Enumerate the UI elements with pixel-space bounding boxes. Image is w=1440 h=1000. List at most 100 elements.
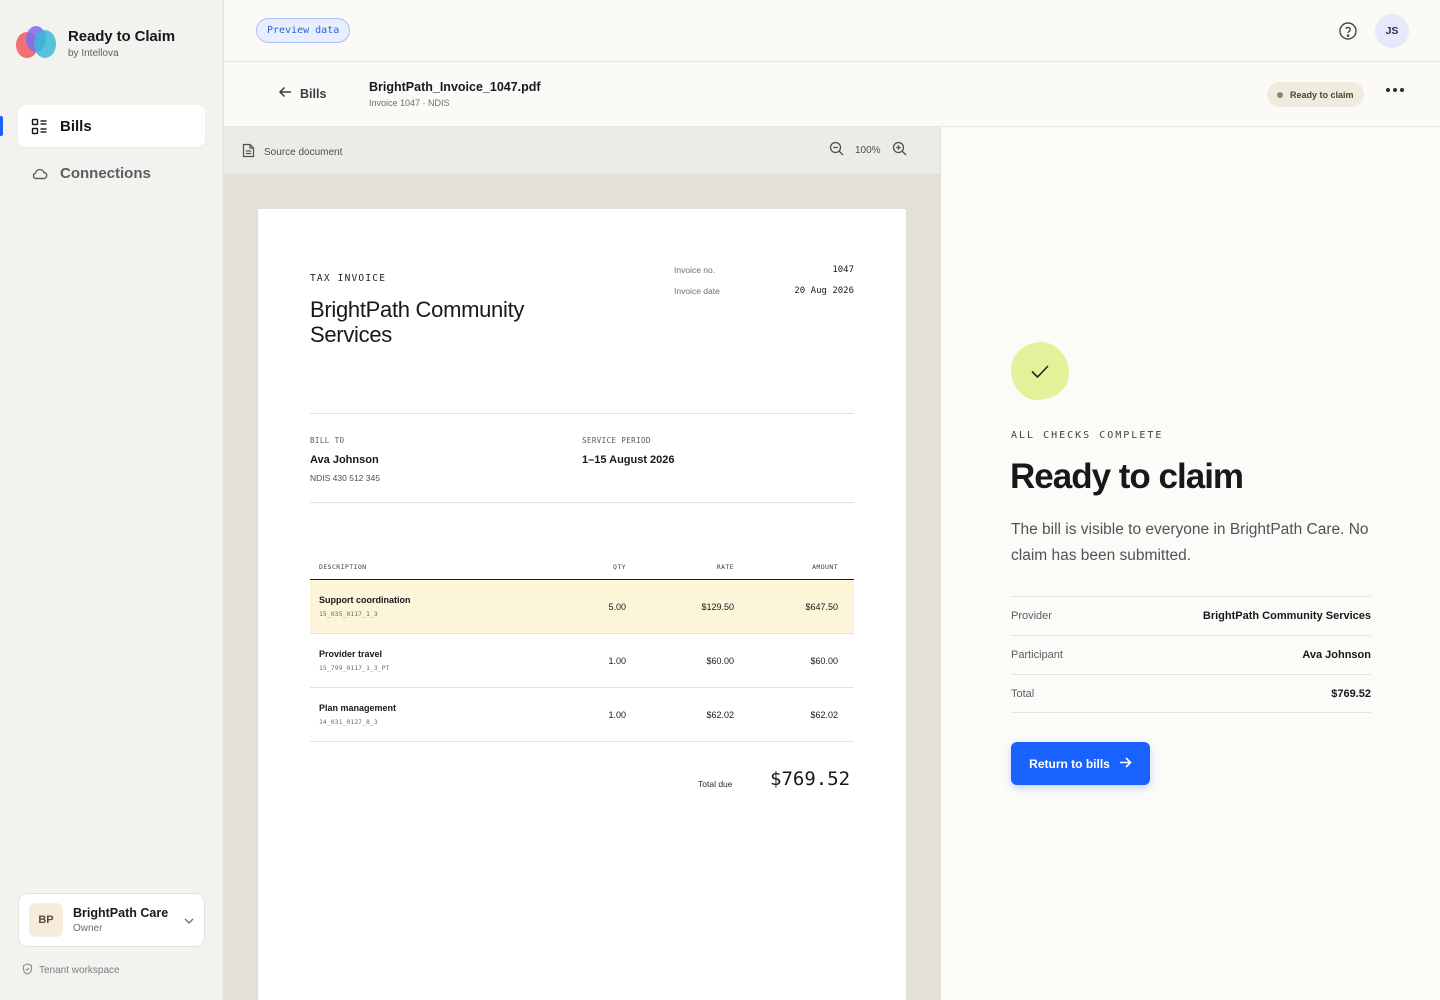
item-rate: $60.00 bbox=[706, 655, 734, 666]
detail-row-participant: Participant Ava Johnson bbox=[1011, 635, 1371, 674]
file-meta: Invoice 1047 · NDIS bbox=[369, 98, 450, 108]
claim-details: Provider BrightPath Community Services P… bbox=[1011, 596, 1371, 713]
brand-logo-icon bbox=[16, 24, 58, 62]
status-kicker: ALL CHECKS COMPLETE bbox=[1011, 430, 1164, 441]
column-header: QTY bbox=[613, 563, 626, 571]
item-rate: $129.50 bbox=[701, 601, 734, 612]
sidebar-item-bills[interactable]: Bills bbox=[0, 105, 205, 147]
detail-row-total: Total $769.52 bbox=[1011, 674, 1371, 713]
service-period-label: SERVICE PERIOD bbox=[582, 436, 651, 445]
invoice-page: TAX INVOICE BrightPath Community Service… bbox=[258, 209, 906, 1000]
help-icon[interactable] bbox=[1338, 21, 1358, 41]
tenant-note: Tenant workspace bbox=[22, 963, 120, 978]
status-badge: Ready to claim bbox=[1267, 82, 1364, 107]
zoom-level: 100% bbox=[855, 144, 881, 156]
org-role: Owner bbox=[73, 923, 103, 934]
back-to-bills-link[interactable]: Bills bbox=[278, 86, 326, 101]
table-row[interactable]: Provider travel 15_799_0117_1_3_PT 1.00 … bbox=[310, 634, 854, 688]
item-name: Provider travel bbox=[319, 649, 383, 659]
list-icon bbox=[30, 117, 48, 135]
sidebar-item-label: Bills bbox=[60, 117, 92, 135]
status-dot bbox=[1277, 91, 1283, 98]
status-label: Ready to claim bbox=[1290, 89, 1354, 100]
item-code: 15_799_0117_1_3_PT bbox=[319, 664, 390, 672]
org-switcher[interactable]: BP BrightPath Care Owner bbox=[18, 893, 205, 947]
user-avatar[interactable]: JS bbox=[1375, 14, 1409, 48]
zoom-controls: 100% bbox=[829, 141, 907, 159]
arrow-left-icon bbox=[278, 86, 292, 101]
org-name: BrightPath Care bbox=[73, 906, 169, 920]
item-amount: $647.50 bbox=[805, 601, 838, 612]
item-name: Support coordination bbox=[319, 595, 411, 605]
page-title: Ready to claim bbox=[1010, 457, 1244, 496]
chevron-down-icon bbox=[184, 911, 194, 929]
shield-icon bbox=[22, 963, 33, 978]
invoice-company: BrightPath Community Services bbox=[310, 297, 525, 347]
column-header: DESCRIPTION bbox=[319, 563, 367, 571]
detail-label: Participant bbox=[1011, 649, 1063, 661]
button-label: Return to bills bbox=[1029, 756, 1110, 771]
service-period-value: 1–15 August 2026 bbox=[582, 454, 675, 466]
invoice-date-row: Invoice date 20 Aug 2026 bbox=[674, 286, 854, 296]
detail-label: Provider bbox=[1011, 610, 1052, 622]
active-indicator bbox=[0, 116, 3, 136]
detail-value: $769.52 bbox=[1331, 687, 1371, 700]
detail-value: Ava Johnson bbox=[1302, 649, 1371, 661]
item-qty: 1.00 bbox=[608, 655, 626, 666]
more-options-icon[interactable] bbox=[1386, 88, 1404, 92]
zoom-out-icon[interactable] bbox=[829, 141, 844, 159]
bill-to-block: BILL TO Ava Johnson NDIS 430 512 345 bbox=[310, 436, 380, 483]
line-items-table: DESCRIPTION QTY RATE AMOUNT Support coor… bbox=[310, 555, 854, 742]
item-qty: 5.00 bbox=[608, 601, 626, 612]
item-code: 15_035_0117_1_3 bbox=[319, 610, 378, 618]
detail-label: Total bbox=[1011, 687, 1035, 700]
check-icon bbox=[1011, 342, 1069, 400]
invoice-kicker: TAX INVOICE bbox=[310, 273, 387, 284]
app-title: Ready to Claim bbox=[68, 27, 175, 45]
file-name: BrightPath_Invoice_1047.pdf bbox=[369, 80, 541, 94]
total-due-value: $769.52 bbox=[770, 768, 851, 790]
source-document-label: Source document bbox=[242, 143, 342, 161]
top-bar: Preview data JS bbox=[224, 0, 1440, 62]
meta-label: Invoice no. bbox=[674, 265, 716, 275]
document-header: Bills BrightPath_Invoice_1047.pdf Invoic… bbox=[224, 62, 1440, 127]
viewer-toolbar: Source document 100% bbox=[224, 127, 940, 175]
back-label: Bills bbox=[300, 86, 327, 101]
bill-to-name: Ava Johnson bbox=[310, 454, 379, 466]
table-row[interactable]: Plan management 14_031_0127_8_3 1.00 $62… bbox=[310, 688, 854, 742]
document-icon bbox=[242, 143, 255, 161]
status-description: The bill is visible to everyone in Brigh… bbox=[1011, 521, 1369, 564]
item-amount: $62.02 bbox=[810, 709, 838, 720]
preview-data-badge[interactable]: Preview data bbox=[256, 18, 351, 43]
return-to-bills-button[interactable]: Return to bills bbox=[1011, 742, 1150, 785]
divider bbox=[310, 502, 854, 503]
bill-to-label: BILL TO bbox=[310, 436, 345, 445]
sidebar-nav: Bills Connections bbox=[0, 105, 205, 199]
item-rate: $62.02 bbox=[706, 709, 734, 720]
toolbar-label: Source document bbox=[264, 146, 343, 158]
item-name: Plan management bbox=[319, 703, 397, 713]
cloud-icon bbox=[30, 164, 48, 182]
bill-to-ndis: NDIS 430 512 345 bbox=[310, 473, 380, 483]
document-viewer: Source document 100% TAX INVOICE BrightP… bbox=[224, 127, 941, 1000]
detail-row-provider: Provider BrightPath Community Services bbox=[1011, 596, 1371, 635]
column-header: AMOUNT bbox=[812, 563, 838, 571]
invoice-number-row: Invoice no. 1047 bbox=[674, 265, 854, 275]
table-row[interactable]: Support coordination 15_035_0117_1_3 5.0… bbox=[310, 580, 854, 634]
sidebar: Ready to Claim by Intellova Bills Connec… bbox=[0, 0, 224, 1000]
item-qty: 1.00 bbox=[608, 709, 626, 720]
brand[interactable]: Ready to Claim by Intellova bbox=[16, 24, 175, 62]
sidebar-item-connections[interactable]: Connections bbox=[18, 152, 205, 194]
app-subtitle: by Intellova bbox=[68, 47, 119, 59]
column-header: RATE bbox=[716, 563, 734, 571]
item-code: 14_031_0127_8_3 bbox=[319, 718, 378, 726]
arrow-right-icon bbox=[1119, 756, 1132, 771]
sidebar-item-label: Connections bbox=[60, 164, 151, 182]
meta-label: Invoice date bbox=[674, 286, 720, 296]
zoom-in-icon[interactable] bbox=[892, 141, 907, 159]
tenant-label: Tenant workspace bbox=[39, 965, 120, 976]
service-period-block: SERVICE PERIOD 1–15 August 2026 bbox=[582, 436, 675, 466]
total-due-label: Total due bbox=[698, 779, 733, 789]
item-amount: $60.00 bbox=[810, 655, 838, 666]
table-header: DESCRIPTION QTY RATE AMOUNT bbox=[310, 555, 854, 580]
